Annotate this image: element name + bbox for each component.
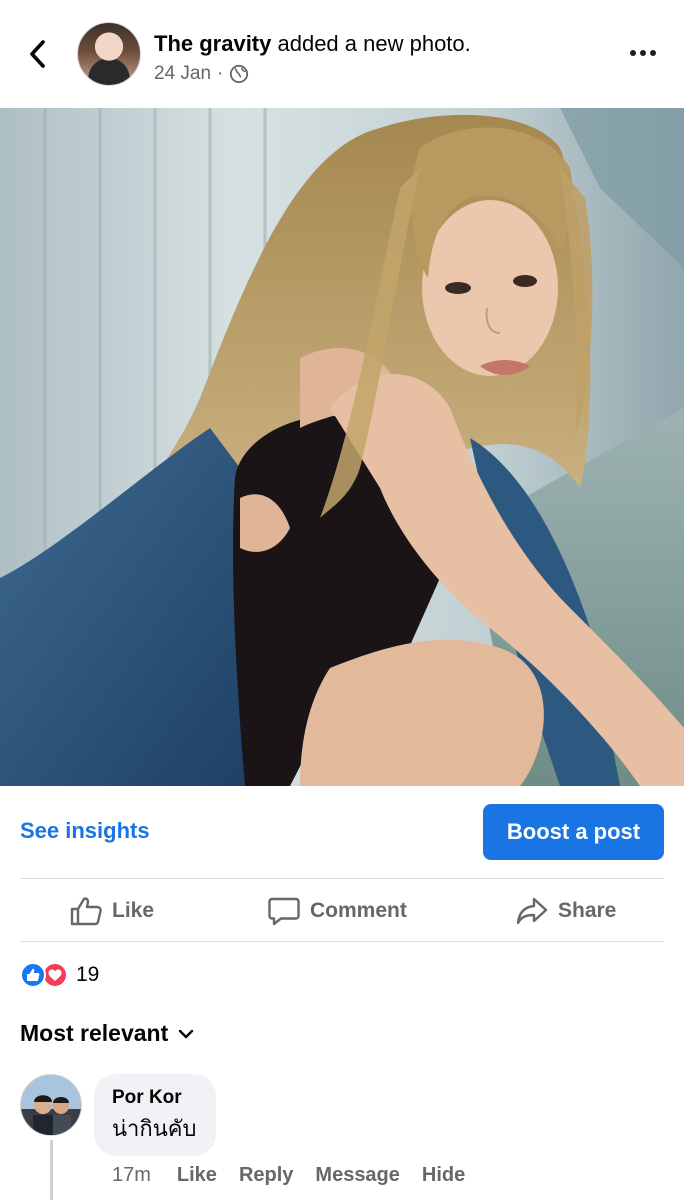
divider [20,941,664,942]
speech-bubble-icon [268,897,300,926]
like-reaction-icon [20,962,46,988]
globe-icon [230,64,249,84]
comment-reply-button[interactable]: Reply [239,1164,293,1187]
divider [20,878,664,879]
photo-image [0,108,684,786]
share-label: Share [558,899,617,922]
post-header: The gravity added a new photo. 24 Jan · [0,0,684,108]
more-dot [640,50,646,56]
boost-post-button[interactable]: Boost a post [483,804,664,860]
post-author-line: The gravity added a new photo. [154,30,471,58]
comment-sort-dropdown[interactable]: Most relevant [20,1020,194,1047]
avatar-image [21,1075,81,1135]
reaction-bar: Like Comment Share [0,880,684,942]
back-button[interactable] [22,36,54,72]
comment-text: น่ากินคับ [112,1117,197,1142]
reaction-count: 19 [76,963,100,986]
comment-hide-button[interactable]: Hide [422,1164,465,1187]
post-owner-actions: See insights Boost a post [0,800,684,864]
comment-actions: 17m Like Reply Message Hide [112,1164,465,1187]
post-meta: 24 Jan · [154,63,249,85]
comment-like-button[interactable]: Like [177,1164,217,1187]
chevron-left-icon [30,40,45,68]
post-action-text: added a new photo. [271,31,471,56]
share-button[interactable]: Share [516,880,616,942]
author-avatar[interactable] [77,22,141,86]
share-arrow-icon [516,897,548,925]
commenter-avatar[interactable] [20,1074,82,1136]
post-date[interactable]: 24 Jan [154,63,211,85]
chevron-down-icon [179,1029,194,1038]
comment-label: Comment [310,899,407,922]
comment-thread-line [50,1140,53,1200]
like-label: Like [112,899,155,922]
like-button[interactable]: Like [70,880,154,942]
post-photo[interactable] [0,108,684,786]
comment-button[interactable]: Comment [268,880,407,942]
sort-label: Most relevant [20,1020,169,1046]
more-dot [650,50,656,56]
comment-message-button[interactable]: Message [315,1164,400,1187]
commenter-name[interactable]: Por Kor [112,1086,196,1110]
more-options-button[interactable] [626,40,660,66]
see-insights-link[interactable]: See insights [20,818,150,844]
more-dot [630,50,636,56]
comment-time[interactable]: 17m [112,1164,151,1187]
thumbs-up-icon [70,897,102,926]
author-name[interactable]: The gravity [154,31,271,56]
reactions-summary[interactable]: 19 [20,960,99,990]
meta-separator: · [217,63,224,84]
comment-bubble[interactable]: Por Kor น่ากินคับ [94,1074,217,1156]
